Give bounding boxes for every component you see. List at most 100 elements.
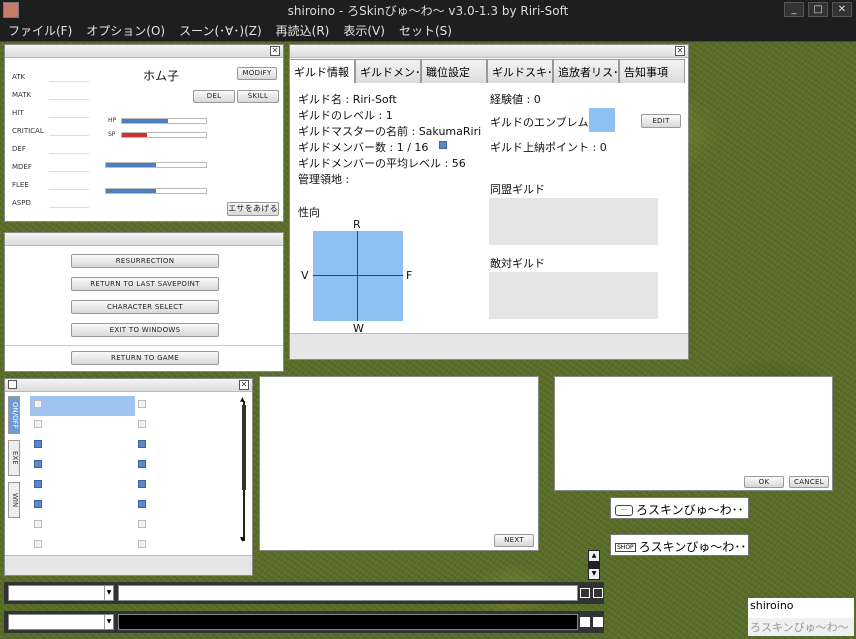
tab-expulsion-list[interactable]: 追放者リス･･: [553, 59, 619, 83]
shop-bubble[interactable]: SHOP ろスキンびゅ～わ･･: [610, 534, 749, 556]
tab-win[interactable]: WIN: [8, 482, 20, 518]
axis-r-label: R: [353, 218, 361, 231]
menu-set[interactable]: セット(S): [399, 22, 452, 39]
escape-menu-window: RESURRECTION RETURN TO LAST SAVEPOINT CH…: [4, 232, 284, 372]
intimacy-bar: [105, 162, 207, 168]
close-icon[interactable]: ✕: [239, 380, 249, 390]
del-button[interactable]: DEL: [193, 90, 235, 103]
modify-button[interactable]: MODIFY: [237, 67, 277, 80]
chat-scroll-up-icon[interactable]: ▲: [589, 551, 599, 561]
chevron-down-icon: ▼: [104, 615, 113, 629]
slot-checkbox[interactable]: [138, 400, 146, 408]
alliance-list: [489, 198, 658, 245]
window-header[interactable]: ✕: [290, 45, 688, 58]
close-icon[interactable]: ✕: [270, 46, 280, 56]
guild-member-count: ギルドメンバー数 : 1 / 16: [298, 141, 429, 154]
axis-f-label: F: [406, 269, 413, 282]
player-nameplate: shiroino ろスキンびゅ～わ～: [748, 598, 854, 638]
slot-checkbox[interactable]: [138, 480, 146, 488]
slot-checkbox[interactable]: [34, 440, 42, 448]
slot-checkbox[interactable]: [34, 500, 42, 508]
stat-line: [49, 153, 89, 154]
chat-scroll-down-icon[interactable]: ▼: [589, 569, 599, 579]
slot-checkbox[interactable]: [138, 440, 146, 448]
chat-option-icon[interactable]: [580, 588, 590, 598]
stat-def: DEF: [12, 145, 26, 153]
chat-bubble[interactable]: ··· ろスキンびゅ～わ･･: [610, 497, 749, 519]
stat-line: [49, 189, 89, 190]
stat-matk: MATK: [12, 91, 32, 99]
menu-soon[interactable]: スーン(･∀･)(Z): [179, 22, 262, 39]
stat-line: [49, 117, 89, 118]
stat-critical: CRITICAL: [12, 127, 44, 135]
menu-reload[interactable]: 再読込(R): [276, 22, 330, 39]
minimize-button[interactable]: _: [784, 2, 804, 17]
slot-checkbox[interactable]: [138, 520, 146, 528]
player-title: ろスキンびゅ～わ～: [748, 618, 854, 636]
slot-checkbox[interactable]: [34, 420, 42, 428]
window-header[interactable]: ✕: [5, 379, 252, 392]
chat-target-select[interactable]: ▼: [8, 585, 114, 601]
intimacy-bar-fill: [106, 163, 156, 167]
next-button[interactable]: NEXT: [494, 534, 534, 547]
whisper-input[interactable]: [118, 614, 578, 630]
return-savepoint-button[interactable]: RETURN TO LAST SAVEPOINT: [71, 277, 219, 291]
slot-checkbox[interactable]: [34, 460, 42, 468]
slot-checkbox[interactable]: [34, 520, 42, 528]
menu-view[interactable]: 表示(V): [343, 22, 385, 39]
whisper-target-select[interactable]: ▼: [8, 614, 114, 630]
stat-mdef: MDEF: [12, 163, 32, 171]
tab-notice[interactable]: 告知事項: [619, 59, 685, 83]
return-to-game-button[interactable]: RETURN TO GAME: [71, 351, 219, 365]
guild-master: ギルドマスターの名前 : SakumaRiri: [298, 125, 482, 138]
slot-checkbox[interactable]: [138, 460, 146, 468]
tab-exe[interactable]: EXE: [8, 440, 20, 476]
slot-checkbox[interactable]: [34, 400, 42, 408]
close-icon[interactable]: ✕: [675, 46, 685, 56]
tab-guild-skills[interactable]: ギルドスキ･･: [487, 59, 553, 83]
menu-file[interactable]: ファイル(F): [8, 22, 72, 39]
minimize-icon[interactable]: [8, 380, 17, 389]
exit-windows-button[interactable]: EXIT TO WINDOWS: [71, 323, 219, 337]
slot-checkbox[interactable]: [34, 480, 42, 488]
tab-on-off[interactable]: ON/OFF: [8, 396, 20, 434]
chat-message-input[interactable]: [118, 585, 578, 601]
chat-option-icon[interactable]: [580, 617, 590, 627]
cancel-button[interactable]: CANCEL: [789, 476, 829, 488]
skill-button[interactable]: SKILL: [237, 90, 279, 103]
tab-guild-info[interactable]: ギルド情報: [289, 59, 355, 83]
guild-emblem-label: ギルドのエンブレム: [490, 116, 589, 129]
tab-guild-members[interactable]: ギルドメン･･: [355, 59, 421, 83]
tab-positions[interactable]: 職位設定: [421, 59, 487, 83]
npc-dialog-window: NEXT: [259, 376, 539, 551]
ok-button[interactable]: OK: [744, 476, 784, 488]
scrollbar-thumb[interactable]: [242, 405, 246, 490]
window-header[interactable]: [5, 233, 283, 246]
edit-emblem-button[interactable]: EDIT: [641, 114, 681, 128]
axis-w-label: W: [353, 322, 364, 335]
slot-checkbox[interactable]: [138, 540, 146, 548]
scroll-down-icon[interactable]: ▼: [240, 537, 248, 543]
character-select-button[interactable]: CHARACTER SELECT: [71, 300, 219, 314]
feed-button[interactable]: エサをあげる: [227, 202, 279, 216]
chat-option-icon[interactable]: [593, 588, 603, 598]
chat-option-icon[interactable]: [593, 617, 603, 627]
shop-bubble-text: ろスキンびゅ～わ･･: [638, 540, 747, 554]
scroll-up-icon[interactable]: ▲: [240, 397, 248, 403]
window-header[interactable]: ✕: [5, 45, 283, 58]
slot-checkbox[interactable]: [138, 420, 146, 428]
homunculus-window: ✕ ホム子 MODIFY DEL SKILL ATK MATK HIT CRIT…: [4, 44, 284, 222]
chevron-down-icon: ▼: [104, 586, 113, 600]
title-bar: shiroino - ろSkinびゅ～わ～ v3.0-1.3 by Riri-S…: [0, 0, 856, 20]
divider: [5, 345, 283, 346]
slot-checkbox[interactable]: [138, 500, 146, 508]
close-button[interactable]: ✕: [832, 2, 852, 17]
hotkey-footer: [5, 555, 252, 575]
menu-option[interactable]: オプション(O): [86, 22, 165, 39]
chat-row-2: ▼: [4, 611, 604, 633]
member-indicator: [439, 141, 447, 149]
slot-checkbox[interactable]: [34, 540, 42, 548]
maximize-button[interactable]: □: [808, 2, 828, 17]
guild-territory: 管理領地 :: [298, 173, 350, 186]
resurrection-button[interactable]: RESURRECTION: [71, 254, 219, 268]
